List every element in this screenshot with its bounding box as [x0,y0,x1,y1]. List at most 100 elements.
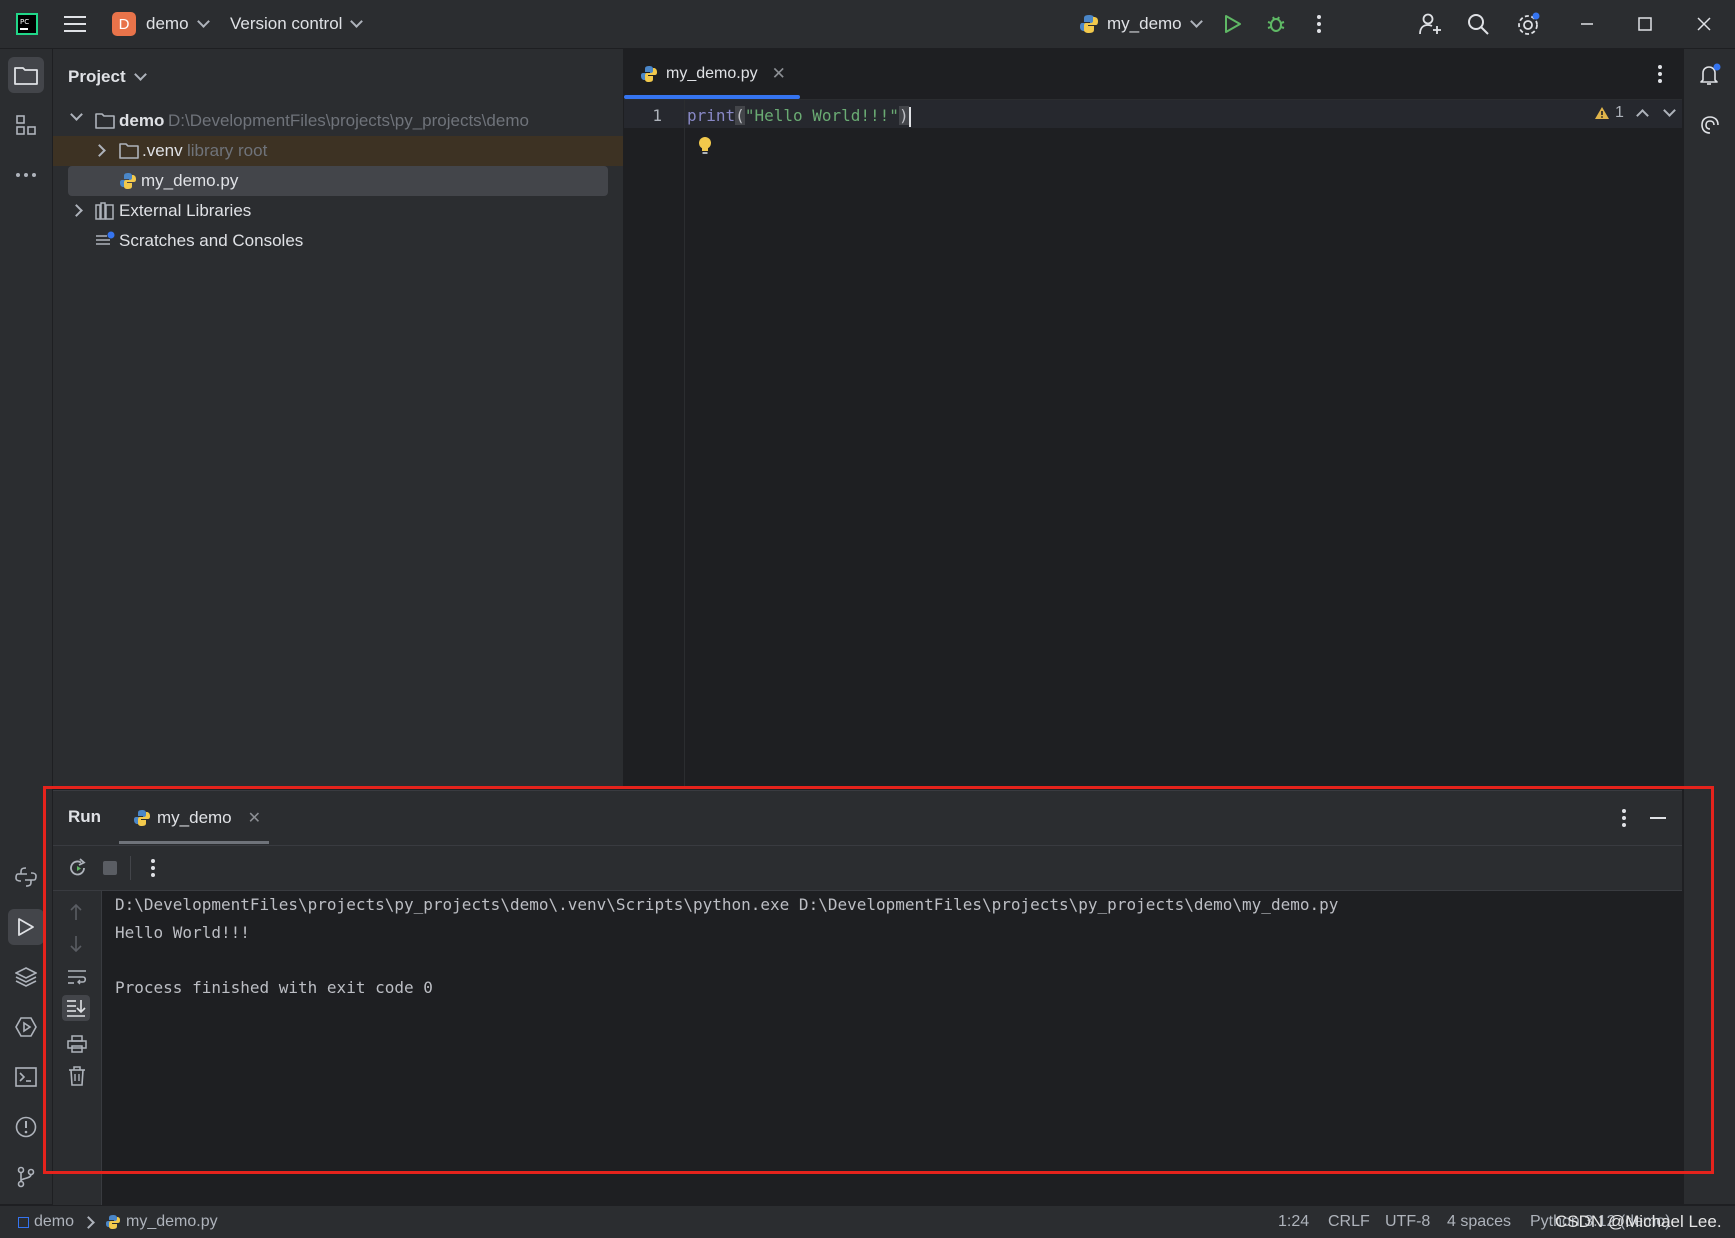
run-tab-my-demo[interactable]: my_demo ✕ [133,791,261,845]
scratches-icon [95,231,115,249]
soft-wrap-icon[interactable] [67,969,87,985]
tree-item-label: demo [119,111,165,130]
tree-item-label: .venv [142,141,183,160]
editor-area: my_demo.py ✕ 1 print("Hello World!!!") 1 [624,49,1682,789]
code-with-me-icon[interactable] [1418,0,1442,48]
tree-item-venv[interactable]: .venv library root [53,136,623,166]
terminal-tool-button[interactable] [8,1059,44,1095]
vcs-label: Version control [230,14,343,33]
problems-tool-button[interactable] [8,1109,44,1145]
scroll-to-end-icon [67,1000,86,1017]
rerun-icon[interactable] [68,858,88,878]
chevron-right-icon[interactable] [93,144,106,157]
project-switcher[interactable]: D demo [112,0,210,48]
line-number: 1 [652,106,662,125]
project-tool-window: Project demo D:\DevelopmentFiles\project… [53,49,624,789]
ai-assistant-icon [1701,116,1719,134]
console-line: Hello World!!! [115,922,250,942]
console-output[interactable]: D:\DevelopmentFiles\projects\py_projects… [115,891,1675,1191]
tree-item-label: my_demo.py [141,171,239,190]
more-run-actions-icon[interactable] [150,858,156,878]
close-tab-icon[interactable]: ✕ [772,64,786,84]
editor-more-icon[interactable] [1657,64,1663,84]
code-paren-close: ) [898,106,909,125]
folder-icon [119,142,139,159]
close-window-button[interactable] [1697,0,1711,48]
editor-tab-bar: my_demo.py ✕ [624,49,1682,100]
code-line-1[interactable]: print("Hello World!!!") [687,102,911,130]
more-actions-icon[interactable] [1316,0,1322,48]
python-console-icon [15,867,37,887]
project-view-selector[interactable]: Project [68,67,147,87]
code-string: "Hello World!!!" [744,106,899,125]
python-packages-tool-button[interactable] [8,959,44,995]
down-arrow-icon[interactable] [69,935,83,953]
tree-item-path-hint: D:\DevelopmentFiles\projects\py_projects… [168,111,529,130]
breadcrumb-project[interactable]: demo [34,1213,74,1231]
version-control-menu[interactable]: Version control [230,0,364,48]
main-menu-icon[interactable] [64,0,86,48]
git-tool-button[interactable] [8,1159,44,1195]
run-button[interactable] [1224,0,1242,48]
chevron-right-icon[interactable] [70,204,83,217]
stop-icon[interactable] [103,861,117,875]
close-run-tab-icon[interactable]: ✕ [248,808,261,828]
folder-icon [14,67,38,85]
indent-setting[interactable]: 4 spaces [1447,1206,1511,1238]
run-options-icon[interactable] [1621,808,1627,828]
previous-problem-icon[interactable] [1636,109,1649,122]
breadcrumb-file[interactable]: my_demo.py [126,1213,218,1231]
tree-item-scratches[interactable]: Scratches and Consoles [53,226,623,256]
toolbar-divider [130,856,131,880]
caret-position[interactable]: 1:24 [1278,1206,1309,1238]
tree-item-label: Scratches and Consoles [119,231,304,250]
breadcrumb: demo my_demo.py [18,1206,218,1238]
git-branch-icon [17,1166,35,1188]
tree-item-my-demo-py[interactable]: my_demo.py [68,166,608,196]
warning-icon [1594,106,1610,120]
minimize-window-button[interactable] [1580,0,1594,48]
editor-tab-label: my_demo.py [666,65,758,82]
library-icon [95,202,115,220]
editor-tab-my-demo-py[interactable]: my_demo.py ✕ [640,49,786,99]
run-tab-label: my_demo [157,808,232,827]
file-encoding[interactable]: UTF-8 [1385,1206,1430,1238]
inspection-widget[interactable]: 1 [1594,104,1676,122]
services-icon [15,1017,37,1037]
debug-button[interactable] [1266,0,1286,48]
notifications-tool-button[interactable] [1692,57,1728,93]
chevron-down-icon [196,15,210,28]
run-config-selector[interactable]: my_demo [1079,0,1203,48]
python-console-tool-button[interactable] [8,859,44,895]
next-problem-icon[interactable] [1663,104,1676,117]
chevron-down-icon [350,15,364,28]
intention-bulb-icon[interactable] [697,136,713,156]
more-tool-windows-icon[interactable] [8,157,44,193]
structure-tool-button[interactable] [8,107,44,143]
run-icon [18,918,34,936]
search-icon[interactable] [1467,0,1489,48]
hide-panel-icon[interactable] [1650,817,1666,819]
module-icon [18,1216,29,1228]
chevron-right-icon [82,1215,95,1229]
print-icon[interactable] [67,1035,87,1053]
run-tool-button[interactable] [8,909,44,945]
pycharm-logo-icon[interactable]: PC [16,0,38,48]
chevron-down-icon[interactable] [70,108,83,121]
up-arrow-icon[interactable] [69,903,83,921]
tree-item-demo[interactable]: demo D:\DevelopmentFiles\projects\py_pro… [53,106,623,136]
watermark: CSDN @Michael Lee. [1555,1212,1722,1231]
code-function: print [687,106,736,125]
services-tool-button[interactable] [8,1009,44,1045]
scroll-to-end-button[interactable] [62,995,90,1021]
project-tool-button[interactable] [8,57,44,93]
line-separator[interactable]: CRLF [1328,1206,1370,1238]
ai-assistant-tool-button[interactable] [1692,107,1728,143]
maximize-window-button[interactable] [1638,0,1652,48]
tree-item-external-libraries[interactable]: External Libraries [53,196,623,226]
clear-all-icon[interactable] [68,1066,86,1086]
problems-icon [15,1116,37,1138]
folder-icon [95,112,115,129]
settings-gear-icon[interactable] [1516,0,1542,48]
chevron-down-icon [1189,15,1203,28]
